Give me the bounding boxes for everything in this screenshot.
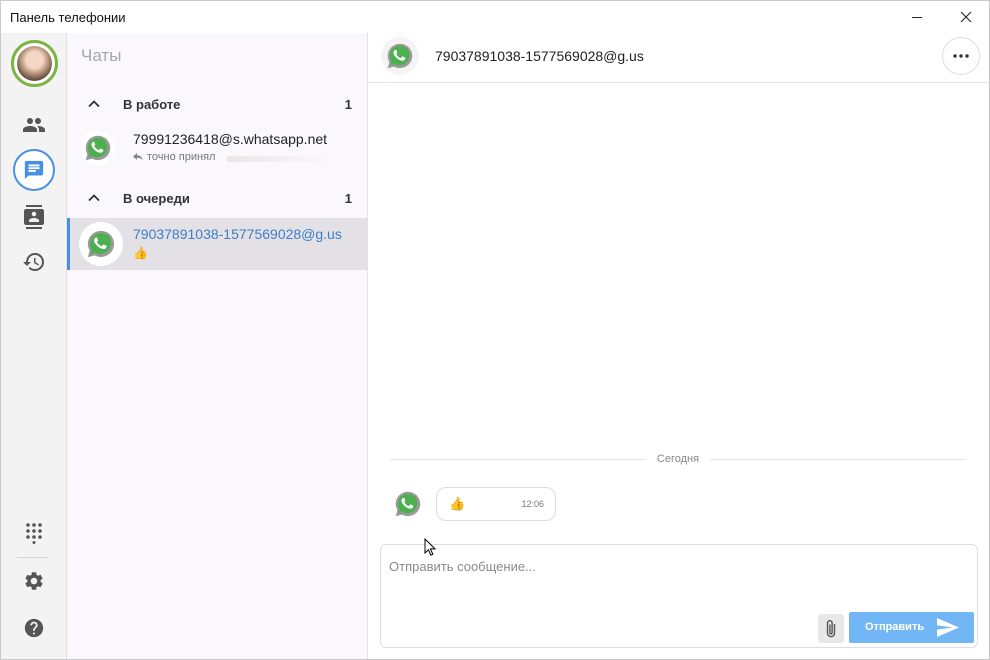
help-icon [24, 618, 44, 638]
chat-icon [24, 160, 44, 180]
day-separator-label: Сегодня [656, 453, 700, 465]
people-icon [23, 118, 45, 132]
rail-divider [17, 557, 49, 558]
nav-address-book[interactable] [13, 196, 55, 238]
preview-fade [227, 156, 337, 162]
message-composer: Отправить [380, 544, 978, 648]
chevron-up-icon [88, 194, 100, 202]
chat-item[interactable]: 79991236418@s.whatsapp.net точно принял [67, 123, 367, 175]
nav-dialpad[interactable] [13, 512, 55, 554]
nav-chats[interactable] [13, 149, 55, 191]
nav-contacts[interactable] [13, 104, 55, 146]
group-name: В работе [123, 97, 181, 112]
user-avatar[interactable] [11, 40, 58, 87]
avatar-photo [17, 46, 52, 81]
conversation-header: 79037891038-1577569028@g.us [368, 33, 989, 83]
conversation-title: 79037891038-1577569028@g.us [435, 48, 644, 64]
send-label: Отправить [865, 621, 925, 633]
minimize-icon [912, 17, 922, 18]
close-button[interactable] [943, 1, 989, 33]
message-avatar [393, 489, 423, 519]
nav-rail [1, 33, 67, 659]
app-window: Панель телефонии Чаты В работе 1 7999123… [0, 0, 990, 660]
chat-preview-text: точно принял [147, 151, 216, 163]
chat-name: 79037891038-1577569028@g.us [133, 226, 342, 242]
history-icon [23, 253, 44, 271]
chat-name: 79991236418@s.whatsapp.net [133, 131, 328, 147]
whatsapp-icon [85, 135, 111, 161]
message-bubble[interactable]: 👍 12:06 [436, 487, 556, 521]
group-name: В очереди [123, 191, 190, 206]
separator-line [390, 459, 646, 460]
mouse-cursor-icon [424, 538, 436, 556]
conversation-panel: 79037891038-1577569028@g.us Сегодня 👍 12… [368, 33, 989, 659]
message-input[interactable] [389, 556, 909, 576]
gear-icon [25, 572, 43, 590]
group-count: 1 [344, 191, 352, 206]
minimize-button[interactable] [894, 1, 940, 33]
group-in-work[interactable]: В работе 1 [67, 89, 368, 119]
contact-card-icon [24, 205, 44, 229]
whatsapp-icon [87, 230, 115, 258]
group-count: 1 [344, 97, 352, 112]
chat-list-panel: Чаты В работе 1 79991236418@s.whatsapp.n… [67, 33, 368, 659]
chevron-up-icon [88, 100, 100, 108]
chat-item-selected[interactable]: 79037891038-1577569028@g.us 👍 [67, 218, 367, 270]
nav-help[interactable] [13, 607, 55, 649]
dialpad-icon [26, 523, 42, 544]
whatsapp-icon [387, 43, 413, 69]
close-icon [960, 11, 972, 23]
window-title: Панель телефонии [10, 10, 126, 25]
reply-icon [133, 152, 143, 160]
send-icon [937, 618, 959, 637]
nav-history[interactable] [13, 241, 55, 283]
attach-button[interactable] [818, 614, 844, 643]
whatsapp-icon [395, 491, 421, 517]
chat-avatar [79, 222, 123, 266]
separator-line [710, 459, 966, 460]
chat-preview-text: 👍 [133, 246, 148, 260]
chat-avatar [81, 131, 115, 165]
paperclip-icon [826, 619, 836, 637]
send-button[interactable]: Отправить [849, 612, 974, 643]
chat-preview: точно принял [133, 151, 215, 163]
day-separator: Сегодня [390, 453, 966, 467]
more-icon [953, 54, 969, 58]
chat-list-heading: Чаты [81, 46, 122, 65]
more-button[interactable] [942, 37, 980, 75]
chat-preview: 👍 [133, 246, 148, 260]
message-content: 👍 [449, 496, 466, 511]
conversation-avatar[interactable] [381, 37, 419, 75]
message-time: 12:06 [521, 499, 544, 509]
title-bar: Панель телефонии [1, 1, 989, 33]
group-queue[interactable]: В очереди 1 [67, 183, 368, 213]
nav-settings[interactable] [13, 560, 55, 602]
